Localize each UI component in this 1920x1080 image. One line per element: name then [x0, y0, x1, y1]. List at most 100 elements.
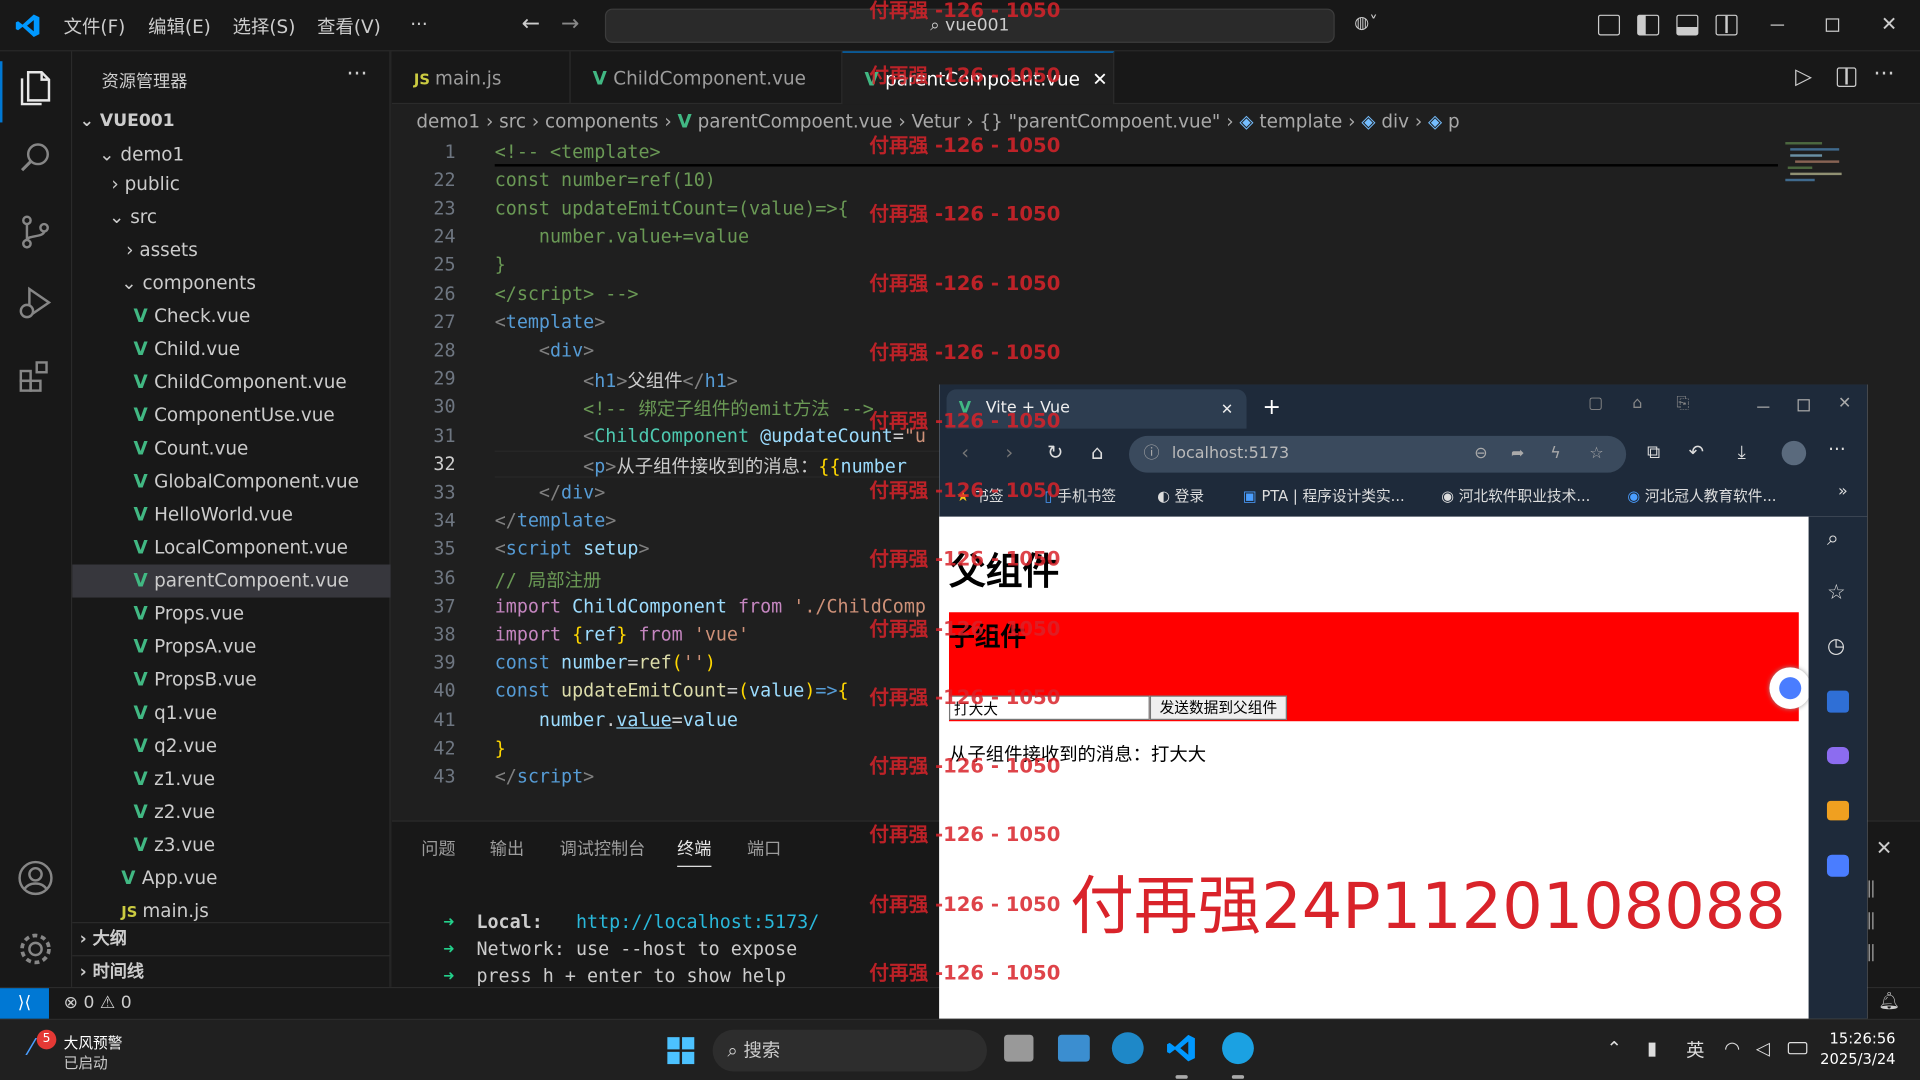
browser-minimize-icon[interactable] — [1757, 406, 1770, 408]
bookmark-item[interactable]: ◐ 登录 — [1157, 485, 1204, 506]
explorer-icon[interactable] — [17, 69, 56, 108]
browser-toolbar-icon[interactable]: ⌂ — [1632, 394, 1642, 412]
clock-time[interactable]: 15:26:56 — [1829, 1030, 1896, 1047]
problems-counter[interactable]: ⊗ 0 ⚠ 0 — [64, 993, 132, 1013]
ime-indicator[interactable]: 英 — [1686, 1037, 1704, 1063]
battery-icon[interactable] — [1787, 1042, 1808, 1055]
run-debug-icon[interactable] — [17, 284, 56, 323]
bookmark-item[interactable]: ◉ 河北软件职业技术... — [1441, 485, 1590, 506]
taskbar-search[interactable]: ⌕ 搜索 — [712, 1029, 987, 1072]
toolbox-icon[interactable] — [1826, 800, 1849, 821]
browser-toolbar-icon[interactable]: ⎘ — [1676, 394, 1689, 412]
more-actions-icon[interactable]: ··· — [347, 61, 368, 87]
close-tab-icon[interactable]: ✕ — [1092, 69, 1107, 91]
search-icon[interactable]: ⌕ — [1827, 527, 1839, 551]
forward-arrow-icon[interactable]: → — [561, 11, 579, 37]
file-check-vue[interactable]: V Check.vue — [72, 300, 390, 333]
file-localcomponent-vue[interactable]: V LocalComponent.vue — [72, 531, 390, 564]
source-control-icon[interactable] — [17, 213, 56, 252]
toggle-secondary-sidebar-icon[interactable] — [1715, 14, 1738, 36]
tab-main-js[interactable]: JS main.js — [392, 51, 571, 105]
toggle-panel-icon[interactable] — [1676, 14, 1699, 36]
back-arrow-icon[interactable]: ‹ — [961, 441, 969, 464]
edge-ai-icon[interactable] — [1222, 1032, 1254, 1065]
panel-tab-problems[interactable]: 问题 — [421, 836, 455, 860]
folder-src[interactable]: ⌄ src — [72, 201, 390, 234]
minimap[interactable] — [1785, 137, 1849, 223]
timeline-section[interactable]: › 时间线 — [72, 955, 391, 988]
copilot-icon[interactable]: ◍˅ — [1354, 13, 1398, 37]
breadcrumb-item[interactable]: demo1 — [416, 110, 480, 132]
panel-tab-output[interactable]: 输出 — [490, 836, 524, 860]
send-to-parent-button[interactable]: 发送数据到父组件 — [1149, 695, 1287, 721]
menu-view[interactable]: 查看(V) — [317, 13, 381, 39]
app-icon[interactable] — [1057, 1034, 1090, 1062]
folder-assets[interactable]: › assets — [72, 234, 390, 267]
browser-maximize-icon[interactable] — [1797, 399, 1810, 412]
translate-icon[interactable] — [1826, 854, 1849, 877]
more-bookmarks-icon[interactable]: » — [1838, 482, 1848, 500]
volume-icon[interactable]: ◁ — [1756, 1037, 1770, 1059]
lightning-icon[interactable]: ϟ — [1550, 436, 1561, 473]
app-icon[interactable] — [1826, 690, 1849, 713]
remote-indicator-icon[interactable]: ⟩⟨ — [0, 988, 49, 1021]
breadcrumb-item[interactable]: template — [1259, 110, 1342, 132]
folder-demo1[interactable]: ⌄ demo1 — [72, 138, 390, 171]
terminal-instance-icon[interactable] — [1868, 912, 1874, 930]
clock-date[interactable]: 2025/3/24 — [1820, 1051, 1895, 1068]
favorites-star-icon[interactable]: ☆ — [1827, 580, 1846, 604]
file-z2-vue[interactable]: V z2.vue — [72, 796, 390, 829]
task-view-icon[interactable] — [1004, 1034, 1034, 1062]
split-editor-icon[interactable] — [1836, 67, 1857, 87]
menu-more[interactable]: ··· — [410, 13, 428, 35]
breadcrumb-item[interactable]: p — [1448, 110, 1460, 132]
start-windows-icon[interactable] — [667, 1037, 695, 1065]
wifi-icon[interactable]: ◠ — [1724, 1037, 1740, 1059]
panel-tab-ports[interactable]: 端口 — [747, 836, 781, 860]
notifications-bell-icon[interactable]: 🔔︎ — [1878, 992, 1900, 1012]
breadcrumb-item[interactable]: components — [545, 110, 658, 132]
game-icon[interactable] — [1826, 746, 1849, 765]
bookmark-item[interactable]: ▣ PTA | 程序设计类实... — [1243, 485, 1405, 506]
file-childcomponent-vue[interactable]: V ChildComponent.vue — [72, 366, 390, 399]
file-z1-vue[interactable]: V z1.vue — [72, 763, 390, 796]
minimize-icon[interactable] — [1770, 24, 1785, 26]
download-icon[interactable]: ⤓ — [1738, 441, 1746, 463]
profile-avatar[interactable] — [1781, 440, 1807, 466]
toggle-sidebar-icon[interactable] — [1637, 14, 1660, 36]
browser-menu-icon[interactable]: ··· — [1828, 438, 1846, 460]
address-bar[interactable]: ⓘ localhost:5173 ⊖ ➦ ϟ ☆ — [1128, 435, 1627, 473]
star-icon[interactable]: ☆ — [1589, 436, 1603, 473]
new-tab-icon[interactable]: + — [1262, 394, 1280, 420]
zoom-icon[interactable]: ⊖ — [1474, 436, 1487, 473]
edge-browser-icon[interactable] — [1111, 1032, 1144, 1065]
menu-selection[interactable]: 选择(S) — [233, 13, 296, 39]
file-count-vue[interactable]: V Count.vue — [72, 432, 390, 465]
breadcrumb-item[interactable]: parentCompoent.vue — [698, 110, 893, 132]
settings-gear-icon[interactable] — [17, 931, 56, 970]
weather-widget[interactable]: ⁄ 5 大风预警 已启动 — [22, 1029, 144, 1074]
terminal-instance-icon[interactable] — [1868, 880, 1874, 898]
folder-components[interactable]: ⌄ components — [72, 267, 390, 300]
editor-more-icon[interactable]: ··· — [1873, 61, 1894, 87]
customize-layout-icon[interactable] — [1597, 14, 1621, 36]
maximize-icon[interactable] — [1825, 18, 1840, 32]
file-helloworld-vue[interactable]: V HelloWorld.vue — [72, 498, 390, 531]
browser-close-icon[interactable]: ✕ — [1838, 394, 1851, 412]
menu-edit[interactable]: 编辑(E) — [148, 13, 211, 39]
breadcrumb-item[interactable]: src — [499, 110, 526, 132]
undo-icon[interactable]: ↶ — [1689, 441, 1704, 463]
history-clock-icon[interactable]: ◷ — [1827, 634, 1845, 658]
file-props-vue[interactable]: V Props.vue — [72, 598, 390, 631]
folder-public[interactable]: › public — [72, 168, 390, 201]
breadcrumb-item[interactable]: div — [1381, 110, 1409, 132]
pin-icon[interactable]: ▮ — [1647, 1037, 1657, 1059]
file-q1-vue[interactable]: V q1.vue — [72, 697, 390, 730]
home-icon[interactable]: ⌂ — [1091, 441, 1103, 464]
file-z3-vue[interactable]: V z3.vue — [72, 829, 390, 862]
translate-float-button[interactable] — [1769, 667, 1812, 709]
file-parentcompoent-vue[interactable]: V parentCompoent.vue — [72, 564, 391, 598]
file-propsa-vue[interactable]: V PropsA.vue — [72, 631, 390, 664]
bookmark-item[interactable]: ◉ 河北冠人教育软件... — [1627, 485, 1776, 506]
menu-file[interactable]: 文件(F) — [64, 13, 126, 39]
